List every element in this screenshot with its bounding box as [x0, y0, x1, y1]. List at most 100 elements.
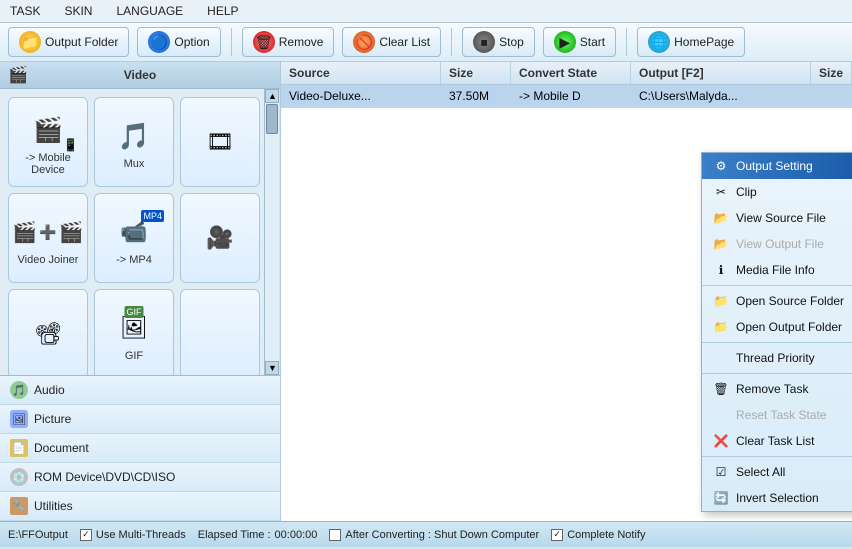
- table-header: Source Size Convert State Output [F2] Si…: [281, 62, 852, 85]
- sidebar-item-utilities[interactable]: 🔧 Utilities: [0, 492, 280, 521]
- gif-icon: 🖼 GIF: [104, 306, 164, 350]
- context-invert-sel[interactable]: 🔄 Invert Selection: [702, 485, 852, 511]
- mp4-icon: 📹 MP4: [104, 210, 164, 254]
- context-output-setting[interactable]: ⚙ Output Setting: [702, 153, 852, 179]
- rom-icon: 💿: [10, 468, 28, 486]
- open-source-icon: 📁: [712, 293, 730, 309]
- output-folder-button[interactable]: 📁 Output Folder: [8, 27, 129, 57]
- left-panel-title: Video: [124, 68, 156, 82]
- output-folder-label: Output Folder: [45, 35, 118, 49]
- context-sep-1: [702, 285, 852, 286]
- view-source-label: View Source File: [736, 211, 826, 225]
- after-convert-item[interactable]: After Converting : Shut Down Computer: [329, 529, 539, 541]
- header-output: Output [F2]: [631, 62, 811, 84]
- video-panel-icon: 🎬: [8, 65, 28, 85]
- context-clip[interactable]: ✂ Clip: [702, 179, 852, 205]
- toolbar-sep-2: [451, 28, 452, 56]
- complete-notify-item[interactable]: ✓ Complete Notify: [551, 529, 645, 541]
- option-button[interactable]: 🔵 Option: [137, 27, 220, 57]
- start-icon: ▶: [554, 31, 576, 53]
- context-thread-priority[interactable]: Thread Priority ▶: [702, 345, 852, 371]
- header-size2: Size: [811, 62, 852, 84]
- context-reset-task: Reset Task State: [702, 402, 852, 428]
- empty2-icon: 🎥: [190, 216, 250, 260]
- picture-icon: 🖼: [10, 410, 28, 428]
- table-row[interactable]: Video-Deluxe... 37.50M -> Mobile D C:\Us…: [281, 85, 852, 108]
- complete-notify-checkbox[interactable]: ✓: [551, 529, 563, 541]
- view-source-icon: 📂: [712, 210, 730, 226]
- select-all-icon: ☑: [712, 464, 730, 480]
- multi-threads-label: Use Multi-Threads: [96, 529, 186, 541]
- context-clear-task[interactable]: ❌ Clear Task List: [702, 428, 852, 454]
- option-icon: 🔵: [148, 31, 170, 53]
- sidebar-item-rom[interactable]: 💿 ROM Device\DVD\CD\ISO: [0, 463, 280, 492]
- output-path-item: E:\FFOutput: [8, 529, 68, 541]
- sidebar-item-picture[interactable]: 🖼 Picture: [0, 405, 280, 434]
- media-info-label: Media File Info: [736, 263, 815, 277]
- stop-label: Stop: [499, 35, 524, 49]
- document-icon: 📄: [10, 439, 28, 457]
- context-select-all[interactable]: ☑ Select All: [702, 459, 852, 485]
- empty1-icon: 🎞: [190, 120, 250, 164]
- context-open-source[interactable]: 📁 Open Source Folder: [702, 288, 852, 314]
- rom-label: ROM Device\DVD\CD\ISO: [34, 470, 175, 484]
- sidebar-item-audio[interactable]: 🎵 Audio: [0, 376, 280, 405]
- side-categories: 🎵 Audio 🖼 Picture 📄 Document 💿 ROM Devic…: [0, 375, 280, 521]
- clear-list-button[interactable]: 🚫 Clear List: [342, 27, 441, 57]
- grid-item-item5[interactable]: 📽: [8, 289, 88, 375]
- multi-threads-item[interactable]: ✓ Use Multi-Threads: [80, 529, 186, 541]
- after-convert-checkbox[interactable]: [329, 529, 341, 541]
- scroll-down[interactable]: ▼: [265, 361, 279, 375]
- vertical-scrollbar[interactable]: ▲ ▼: [264, 89, 280, 375]
- grid-item-joiner[interactable]: 🎬 ➕ 🎬 Video Joiner: [8, 193, 88, 283]
- joiner-icon: 🎬 ➕ 🎬: [18, 210, 78, 254]
- context-sep-4: [702, 456, 852, 457]
- stop-icon: ⏹: [473, 31, 495, 53]
- sidebar-item-document[interactable]: 📄 Document: [0, 434, 280, 463]
- menu-language[interactable]: LANGUAGE: [112, 2, 187, 20]
- reset-task-icon: [712, 407, 730, 423]
- start-label: Start: [580, 35, 605, 49]
- scroll-track[interactable]: [265, 103, 279, 361]
- menu-task[interactable]: TASK: [6, 2, 44, 20]
- grid-item-mp4[interactable]: 📹 MP4 -> MP4: [94, 193, 174, 283]
- menubar: TASK SKIN LANGUAGE HELP: [0, 0, 852, 23]
- complete-notify-label: Complete Notify: [567, 529, 645, 541]
- grid-item-empty3[interactable]: [180, 289, 260, 375]
- home-icon: 🌐: [648, 31, 670, 53]
- toolbar-sep-3: [626, 28, 627, 56]
- mp4-label: -> MP4: [116, 254, 152, 266]
- context-view-source[interactable]: 📂 View Source File: [702, 205, 852, 231]
- open-output-label: Open Output Folder: [736, 320, 842, 334]
- start-button[interactable]: ▶ Start: [543, 27, 616, 57]
- grid-item-gif[interactable]: 🖼 GIF GIF: [94, 289, 174, 375]
- homepage-button[interactable]: 🌐 HomePage: [637, 27, 745, 57]
- context-media-info[interactable]: ℹ Media File Info ▶: [702, 257, 852, 283]
- grid-item-empty2[interactable]: 🎥: [180, 193, 260, 283]
- mobile-icon: 🎬 📱: [18, 108, 78, 152]
- mux-label: Mux: [124, 158, 145, 170]
- elapsed-item: Elapsed Time : 00:00:00: [198, 529, 318, 541]
- menu-help[interactable]: HELP: [203, 2, 242, 20]
- menu-skin[interactable]: SKIN: [60, 2, 96, 20]
- context-open-output[interactable]: 📁 Open Output Folder: [702, 314, 852, 340]
- remove-button[interactable]: 🗑 Remove: [242, 27, 335, 57]
- open-source-label: Open Source Folder: [736, 294, 844, 308]
- multi-threads-checkbox[interactable]: ✓: [80, 529, 92, 541]
- scroll-thumb[interactable]: [266, 104, 278, 134]
- context-remove-task[interactable]: 🗑 Remove Task: [702, 376, 852, 402]
- after-convert-label: After Converting : Shut Down Computer: [345, 529, 539, 541]
- grid-item-mux[interactable]: 🎵 Mux: [94, 97, 174, 187]
- context-menu: ⚙ Output Setting ✂ Clip 📂 View Source Fi…: [701, 152, 852, 512]
- folder-icon: 📁: [19, 31, 41, 53]
- grid-item-empty1[interactable]: 🎞: [180, 97, 260, 187]
- scroll-up[interactable]: ▲: [265, 89, 279, 103]
- view-output-icon: 📂: [712, 236, 730, 252]
- view-output-label: View Output File: [736, 237, 824, 251]
- main-content: 🎬 Video 🎬 📱 -> Mobile Device 🎵: [0, 62, 852, 521]
- grid-item-mobile[interactable]: 🎬 📱 -> Mobile Device: [8, 97, 88, 187]
- stop-button[interactable]: ⏹ Stop: [462, 27, 535, 57]
- context-sep-3: [702, 373, 852, 374]
- option-label: Option: [174, 35, 209, 49]
- homepage-label: HomePage: [674, 35, 734, 49]
